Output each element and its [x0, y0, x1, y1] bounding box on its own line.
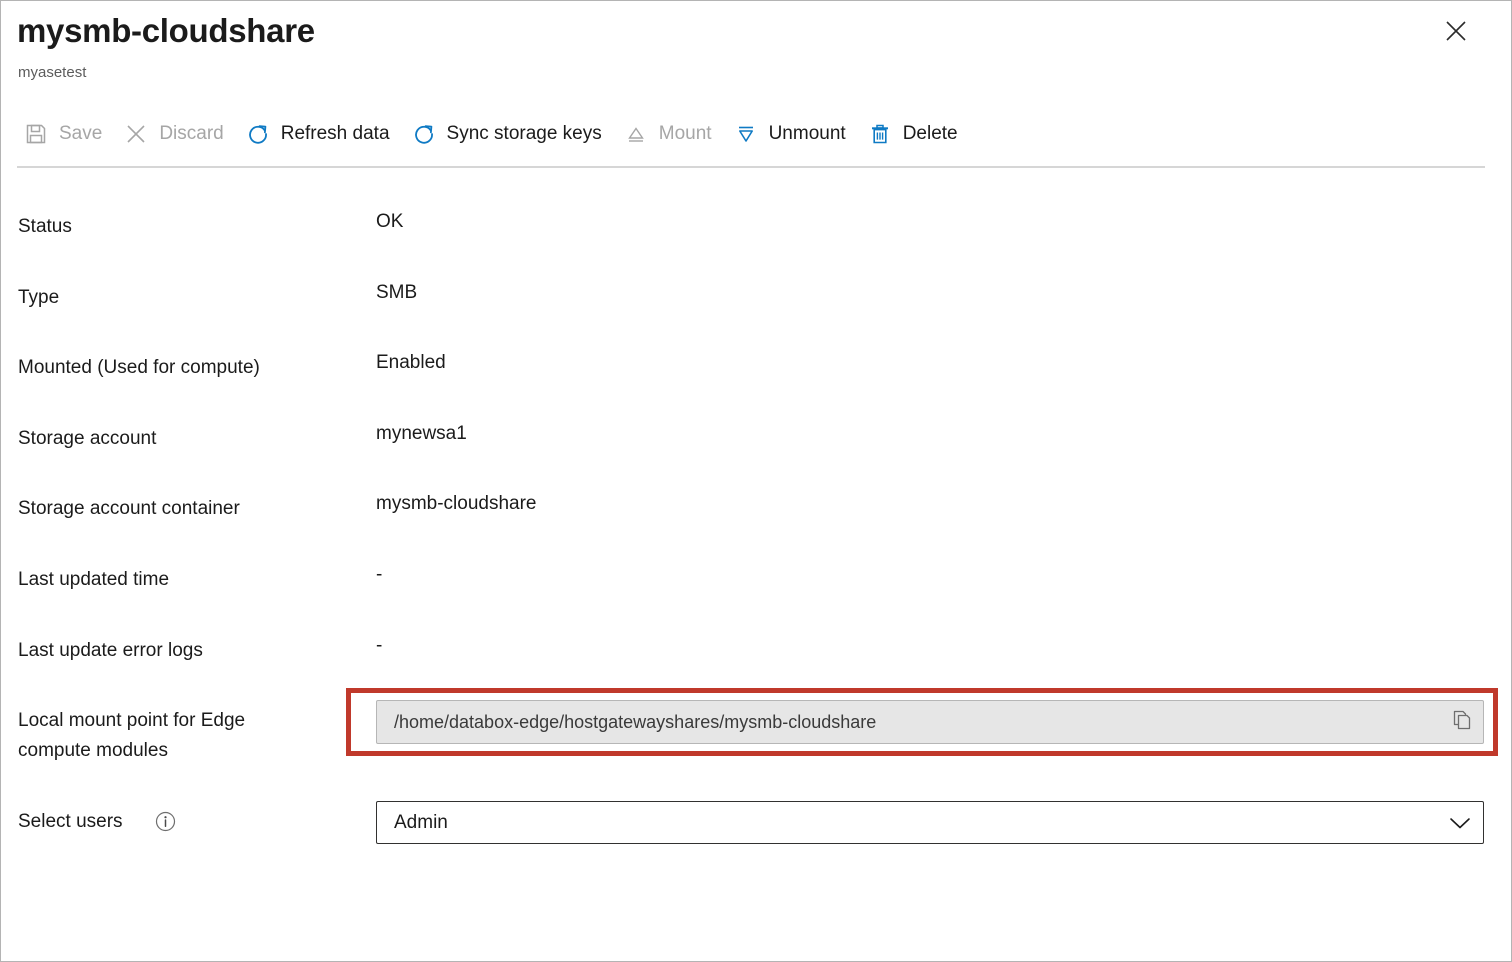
toolbar-divider — [17, 166, 1485, 168]
save-button[interactable]: Save — [15, 113, 115, 155]
refresh-icon — [411, 121, 437, 147]
unmount-label: Unmount — [769, 121, 846, 147]
property-label-storage-account-container: Storage account container — [18, 494, 240, 524]
page-subtitle: myasetest — [18, 62, 86, 84]
property-label-type: Type — [18, 283, 59, 313]
mount-label: Mount — [659, 121, 712, 147]
property-label-local-mount-point: Local mount point for Edge compute modul… — [18, 706, 245, 766]
info-icon[interactable] — [155, 811, 176, 832]
refresh-data-button[interactable]: Refresh data — [237, 113, 403, 155]
local-mount-point-field[interactable]: /home/databox-edge/hostgatewayshares/mys… — [376, 700, 1484, 744]
save-floppy-icon — [23, 121, 49, 147]
sync-storage-keys-label: Sync storage keys — [447, 121, 602, 147]
discard-label: Discard — [159, 121, 223, 147]
property-label-status: Status — [18, 212, 72, 242]
chevron-down-icon — [1437, 802, 1483, 843]
property-value-storage-account-container: mysmb-cloudshare — [376, 489, 537, 519]
close-icon — [1445, 20, 1467, 47]
refresh-icon — [245, 121, 271, 147]
property-value-last-updated-time: - — [376, 560, 382, 590]
delete-label: Delete — [903, 121, 958, 147]
page-title: mysmb-cloudshare — [17, 9, 315, 53]
property-value-mounted: Enabled — [376, 348, 446, 378]
property-label-mounted: Mounted (Used for compute) — [18, 353, 260, 383]
property-value-type: SMB — [376, 278, 417, 308]
copy-button[interactable] — [1441, 701, 1483, 743]
refresh-data-label: Refresh data — [281, 121, 390, 147]
delete-button[interactable]: Delete — [859, 113, 971, 155]
property-value-last-update-error-logs: - — [376, 631, 382, 661]
share-details-blade: mysmb-cloudshare myasetest Save — [0, 0, 1512, 962]
unmount-arrow-icon — [733, 121, 759, 147]
mount-button[interactable]: Mount — [615, 113, 725, 155]
unmount-button[interactable]: Unmount — [725, 113, 859, 155]
property-label-last-update-error-logs: Last update error logs — [18, 636, 203, 666]
local-mount-point-value: /home/databox-edge/hostgatewayshares/mys… — [377, 710, 1441, 734]
select-users-dropdown[interactable]: Admin — [376, 801, 1484, 844]
save-label: Save — [59, 121, 102, 147]
property-value-storage-account: mynewsa1 — [376, 419, 467, 449]
trash-icon — [867, 121, 893, 147]
discard-x-icon — [123, 121, 149, 147]
select-users-value: Admin — [377, 810, 1437, 836]
property-label-storage-account: Storage account — [18, 424, 156, 454]
discard-button[interactable]: Discard — [115, 113, 236, 155]
property-value-status: OK — [376, 207, 403, 237]
property-label-select-users: Select users — [18, 807, 123, 837]
sync-storage-keys-button[interactable]: Sync storage keys — [403, 113, 615, 155]
copy-icon — [1451, 709, 1473, 736]
mount-eject-icon — [623, 121, 649, 147]
property-label-last-updated-time: Last updated time — [18, 565, 169, 595]
command-toolbar: Save Discard Refresh data — [15, 113, 971, 155]
close-button[interactable] — [1439, 16, 1473, 50]
